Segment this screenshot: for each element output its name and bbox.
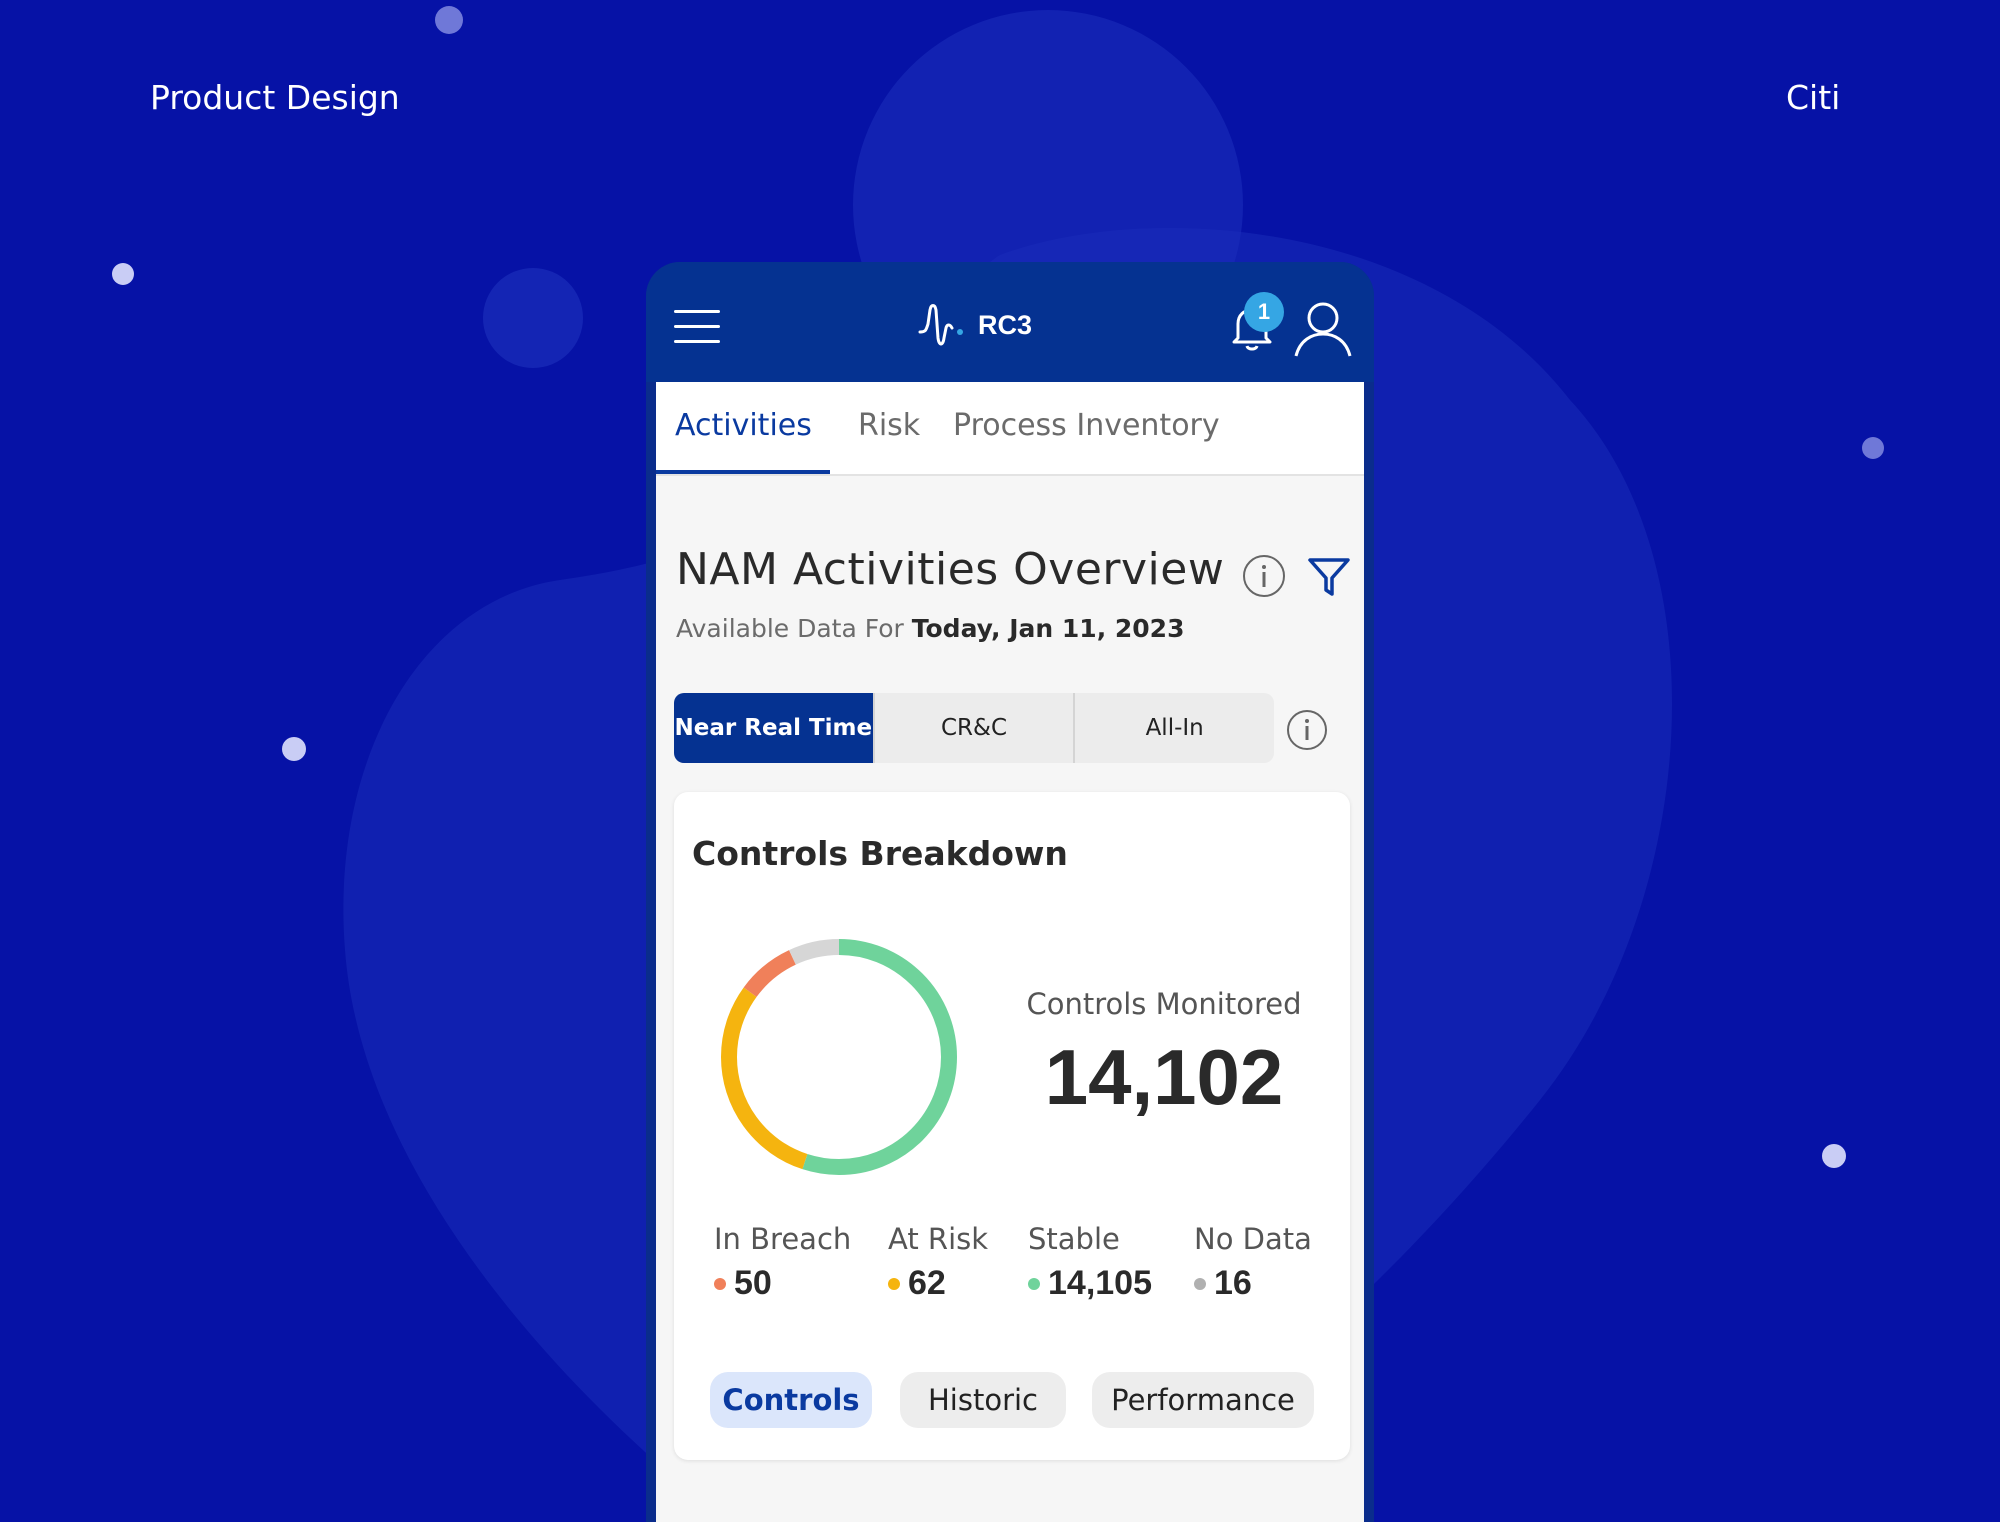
decor-dot [282, 737, 306, 761]
legend-label: No Data [1194, 1222, 1312, 1256]
segment-near-real-time[interactable]: Near Real Time [674, 693, 873, 763]
product-design-label: Product Design [150, 78, 400, 117]
legend-in-breach: In Breach 50 [714, 1222, 851, 1303]
card-title: Controls Breakdown [692, 834, 1068, 873]
chip-performance[interactable]: Performance [1092, 1372, 1314, 1428]
legend-at-risk: At Risk 62 [888, 1222, 988, 1303]
brand-name: RC3 [978, 309, 1033, 340]
menu-icon[interactable] [674, 310, 720, 344]
controls-monitored-label: Controls Monitored [1026, 987, 1302, 1021]
segment-all-in[interactable]: All-In [1073, 693, 1274, 763]
controls-donut-chart [721, 939, 957, 1175]
tab-risk[interactable]: Risk [858, 408, 920, 443]
decor-dot [1862, 437, 1884, 459]
brand: RC3 [916, 302, 1032, 348]
info-icon[interactable] [1242, 554, 1286, 598]
tab-activities[interactable]: Activities [675, 408, 812, 443]
page-title: NAM Activities Overview [676, 544, 1225, 595]
tab-bar: Activities Risk Process Inventory [656, 382, 1364, 476]
subtitle-date: Today, Jan 11, 2023 [911, 614, 1185, 643]
segment-info-icon[interactable] [1286, 709, 1328, 751]
phone-frame: RC3 1 Activities Risk Process Inventory … [646, 262, 1374, 1522]
decor-dot [112, 263, 134, 285]
legend-value: 62 [908, 1264, 946, 1302]
subtitle-prefix: Available Data For [676, 614, 904, 643]
citi-label: Citi [1786, 78, 1841, 117]
notification-badge: 1 [1244, 292, 1284, 332]
legend-dot [1194, 1277, 1206, 1290]
filter-icon[interactable] [1306, 554, 1352, 600]
app-bar: RC3 1 [646, 262, 1374, 382]
app-screen: Activities Risk Process Inventory NAM Ac… [656, 382, 1364, 1522]
chip-controls[interactable]: Controls [710, 1372, 872, 1428]
data-source-toggle: Near Real Time CR&C All-In [674, 693, 1274, 763]
legend-value: 50 [734, 1264, 772, 1302]
data-availability-text: Available Data For Today, Jan 11, 2023 [676, 614, 1184, 643]
legend-stable: Stable 14,105 [1028, 1222, 1152, 1303]
legend-dot [888, 1277, 900, 1290]
segment-crc[interactable]: CR&C [872, 693, 1074, 763]
controls-monitored-value: 14,102 [1044, 1033, 1284, 1121]
user-profile-icon[interactable] [1292, 298, 1354, 360]
legend-label: At Risk [888, 1222, 989, 1256]
legend-value: 14,105 [1048, 1264, 1152, 1302]
decor-dot [435, 6, 463, 34]
active-tab-indicator [656, 470, 830, 474]
decor-dot [1822, 1144, 1846, 1168]
legend-dot [1028, 1277, 1040, 1290]
legend-value: 16 [1214, 1264, 1252, 1302]
legend-dot [714, 1277, 726, 1290]
chip-historic[interactable]: Historic [900, 1372, 1066, 1428]
legend-label: In Breach [714, 1222, 852, 1256]
tab-process-inventory[interactable]: Process Inventory [953, 408, 1220, 443]
rc3-logo-icon [918, 304, 963, 346]
legend-no-data: No Data 16 [1194, 1222, 1312, 1303]
controls-breakdown-card: Controls Breakdown Controls Monitored 14… [674, 792, 1350, 1460]
legend-label: Stable [1028, 1222, 1120, 1256]
